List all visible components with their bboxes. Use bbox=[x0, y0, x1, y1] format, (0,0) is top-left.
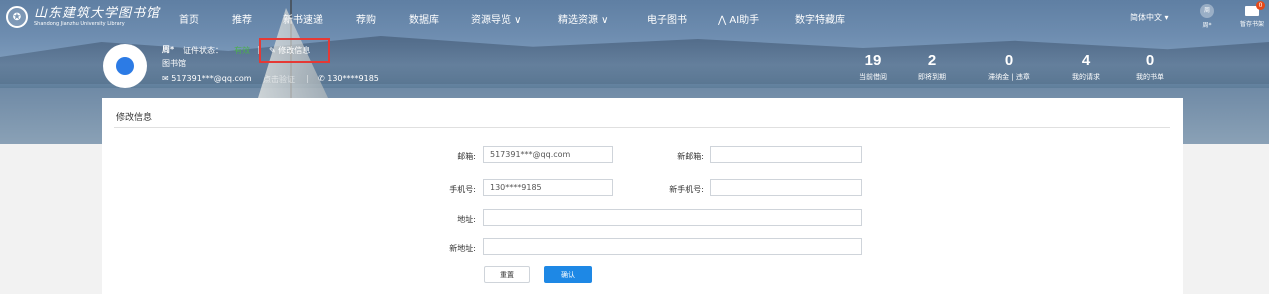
logo-subtitle: Shandong Jianzhu University Library bbox=[34, 20, 125, 27]
stat-current-loans[interactable]: 19 当前借阅 bbox=[843, 52, 903, 82]
profile-org: 图书馆 bbox=[162, 59, 186, 68]
cert-status-value: 有效 bbox=[234, 46, 250, 55]
stat-my-requests[interactable]: 4 我的请求 bbox=[1056, 52, 1116, 82]
shelf-label: 暂存书架 bbox=[1239, 21, 1264, 28]
profile-name: 周* bbox=[162, 45, 175, 54]
nav-ai-label: AI助手 bbox=[729, 15, 760, 26]
edit-info-panel: 修改信息 邮箱: 新邮箱: 手机号: 新手机号: 地址: 新地址: 重置 确认 bbox=[102, 98, 1183, 294]
profile-phone: 130****9185 bbox=[327, 74, 379, 83]
divider: | bbox=[306, 74, 309, 83]
nav-database[interactable]: 数据库 bbox=[409, 11, 439, 26]
nav-digital-collection[interactable]: 数字特藏库 bbox=[795, 11, 845, 26]
folder-icon: 0 bbox=[1245, 1, 1265, 16]
stat-fines[interactable]: 0 滞纳金 | 违章 bbox=[979, 52, 1039, 82]
confirm-button[interactable]: 确认 bbox=[544, 266, 592, 283]
nav-purchase-suggest[interactable]: 荐购 bbox=[356, 11, 376, 26]
library-logo[interactable]: ✪ 山东建筑大学图书馆 Shandong Jianzhu University … bbox=[6, 6, 160, 28]
nav-resource-guide[interactable]: 资源导览 ∨ bbox=[471, 11, 522, 26]
user-name: 周* bbox=[1202, 22, 1212, 29]
reset-button[interactable]: 重置 bbox=[484, 266, 530, 283]
email-verify-link[interactable]: 点击验证 bbox=[263, 74, 295, 85]
profile-phone-row: ✆ 130****9185 bbox=[318, 74, 379, 83]
nav-featured-resources[interactable]: 精选资源 ∨ bbox=[558, 11, 609, 26]
profile-avatar bbox=[103, 44, 147, 88]
user-menu[interactable]: 周 周* bbox=[1197, 4, 1217, 29]
top-nav: ✪ 山东建筑大学图书馆 Shandong Jianzhu University … bbox=[0, 0, 1269, 36]
university-seal-icon: ✪ bbox=[6, 6, 28, 28]
stat-my-booklists[interactable]: 0 我的书单 bbox=[1120, 52, 1180, 82]
nav-ai-assistant[interactable]: ⋀ AI助手 bbox=[718, 11, 759, 26]
new-email-label: 新邮箱: bbox=[677, 152, 704, 161]
email-field[interactable] bbox=[483, 146, 613, 163]
temp-bookshelf[interactable]: 0 暂存书架 bbox=[1236, 1, 1268, 28]
stat-due-soon[interactable]: 2 即将到期 bbox=[902, 52, 962, 82]
cert-status-label: 证件状态： bbox=[183, 46, 223, 55]
nav-home[interactable]: 首页 bbox=[179, 11, 199, 26]
profile-email: 517391***@qq.com bbox=[171, 74, 252, 83]
nav-recommend[interactable]: 推荐 bbox=[232, 11, 252, 26]
user-avatar: 周 bbox=[1200, 4, 1214, 18]
panel-title: 修改信息 bbox=[116, 113, 153, 123]
new-address-field[interactable] bbox=[483, 238, 862, 255]
address-label: 地址: bbox=[457, 215, 476, 224]
phone-label: 手机号: bbox=[449, 185, 476, 194]
nav-ebooks[interactable]: 电子图书 bbox=[647, 11, 687, 26]
new-address-label: 新地址: bbox=[449, 244, 476, 253]
profile-email-row: ✉ 517391***@qq.com bbox=[162, 74, 252, 83]
highlight-box bbox=[259, 38, 330, 63]
new-phone-field[interactable] bbox=[710, 179, 862, 196]
user-icon bbox=[116, 57, 134, 75]
mail-icon: ✉ bbox=[162, 74, 169, 83]
phone-icon: ✆ bbox=[318, 74, 325, 83]
email-label: 邮箱: bbox=[457, 152, 476, 161]
new-email-field[interactable] bbox=[710, 146, 862, 163]
nav-new-books[interactable]: 新书速递 bbox=[283, 11, 323, 26]
ai-icon: ⋀ bbox=[718, 15, 727, 26]
divider bbox=[114, 127, 1170, 128]
shelf-count-badge: 0 bbox=[1256, 1, 1265, 10]
language-select[interactable]: 简体中文 ▾ bbox=[1130, 12, 1169, 23]
address-field[interactable] bbox=[483, 209, 862, 226]
phone-field[interactable] bbox=[483, 179, 613, 196]
new-phone-label: 新手机号: bbox=[669, 185, 704, 194]
logo-title: 山东建筑大学图书馆 bbox=[34, 5, 161, 21]
